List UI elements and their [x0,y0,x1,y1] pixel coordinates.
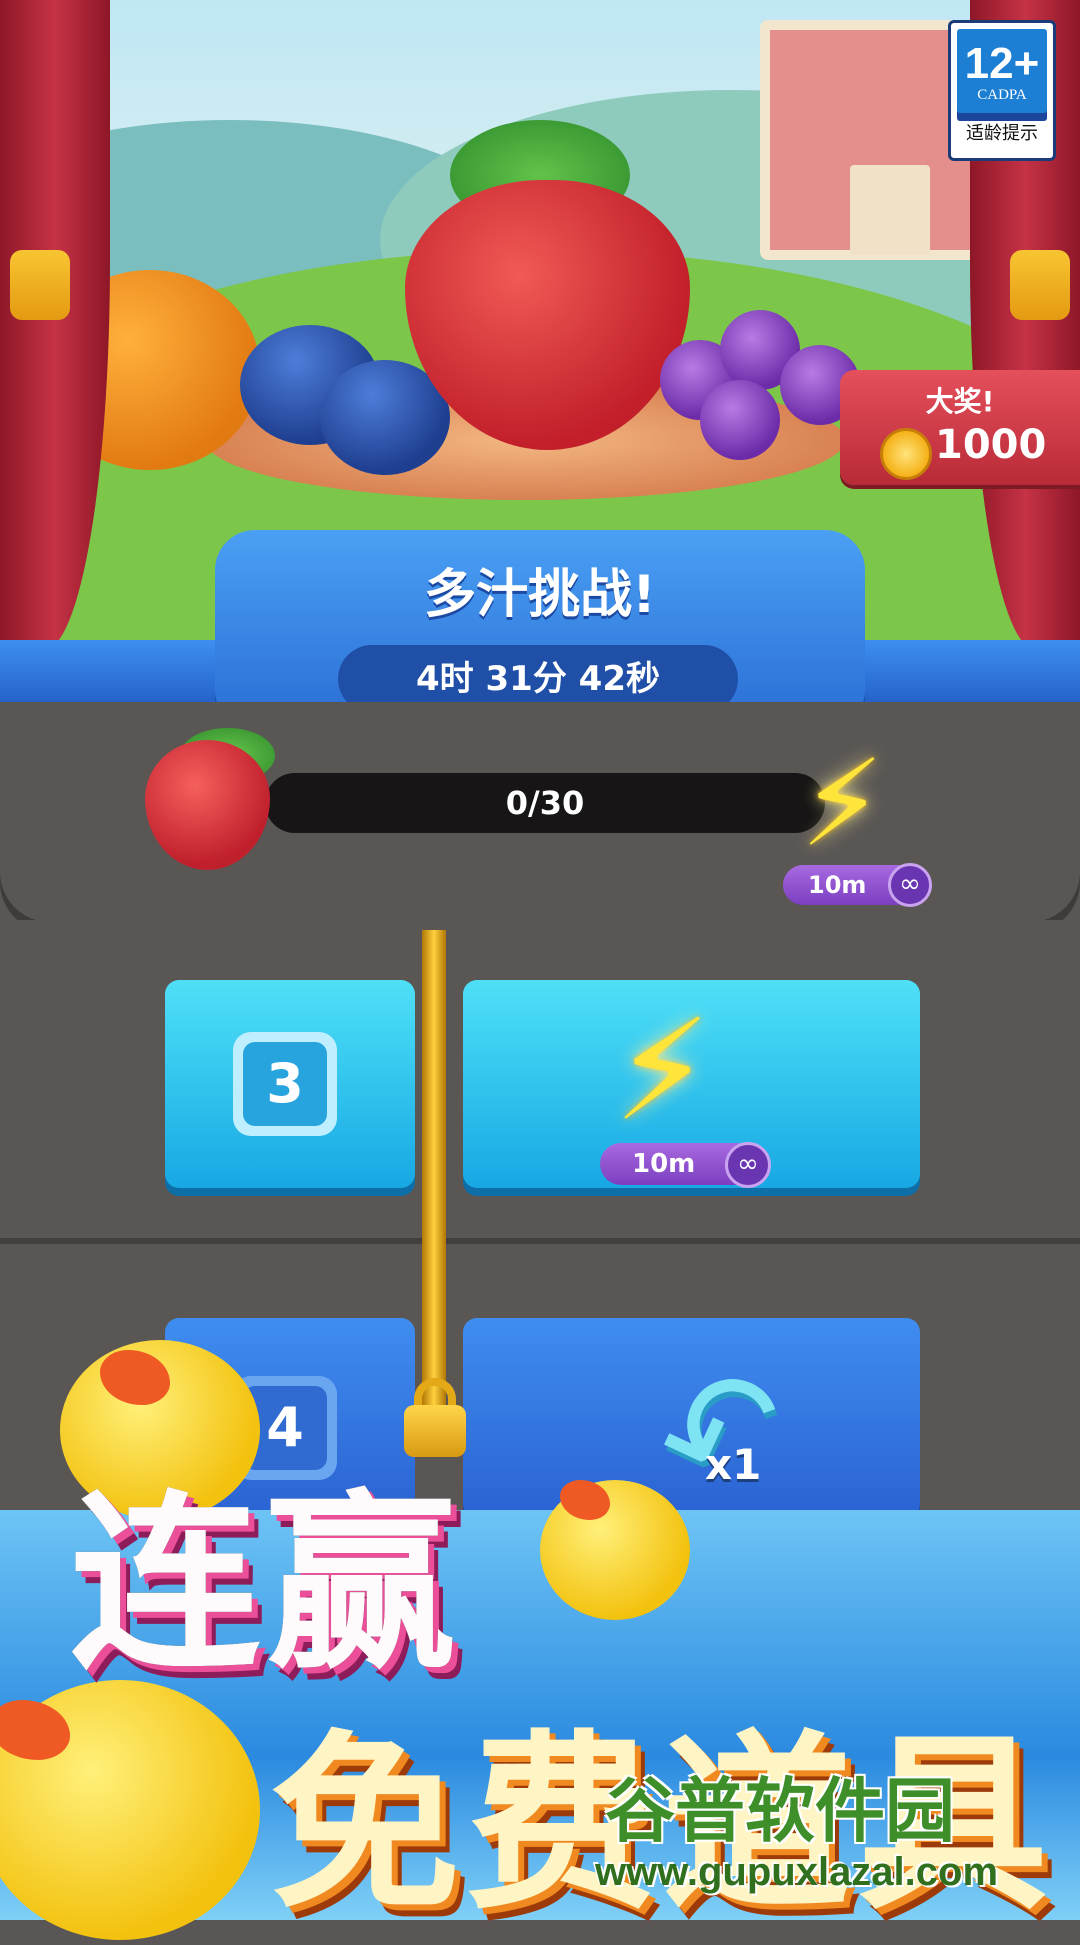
curtain-tie [1010,250,1070,320]
grape-icon [700,380,780,460]
lock-chain [422,930,446,1410]
age-rating-box: 12+ CADPA [957,29,1047,113]
prize-amount: 1000 [935,422,1047,468]
level-badge: 3 [233,1032,337,1136]
coin-icon [880,428,932,480]
curtain-tie [10,250,70,320]
grand-prize-banner[interactable]: 大奖! 1000 [840,370,1080,485]
progress-text: 0/30 [505,784,585,822]
watermark-url: www.gupuxlazal.com [595,1850,999,1894]
lightning-icon[interactable]: ⚡ [800,735,884,874]
reward-tile-lightning[interactable]: ⚡ 10m ∞ [463,980,920,1188]
age-rating-badge: 12+ CADPA 适龄提示 [948,20,1056,161]
undo-count: x1 [705,1440,762,1489]
row-divider [0,1238,1080,1244]
level-number: 3 [243,1042,327,1126]
prize-title: 大奖! [925,385,995,418]
promo-slogan-line1: 连赢 [70,1474,463,1695]
watermark: 谷普软件园 www.gupuxlazal.com [595,1755,1080,1920]
infinity-icon: ∞ [725,1142,771,1188]
lightning-icon: ⚡ [613,990,712,1153]
reward-duration: 10m [632,1149,696,1179]
age-rating-label: 12+ [964,39,1040,88]
watermark-title: 谷普软件园 [605,1770,955,1852]
level-tile-3[interactable]: 3 [165,980,415,1188]
age-rating-org: CADPA [977,87,1027,103]
barn-door [850,165,930,255]
age-rating-hint: 适龄提示 [966,123,1038,144]
challenge-title: 多汁挑战! [424,565,656,625]
infinity-icon: ∞ [888,863,932,907]
reward-duration: 10m [808,871,867,899]
